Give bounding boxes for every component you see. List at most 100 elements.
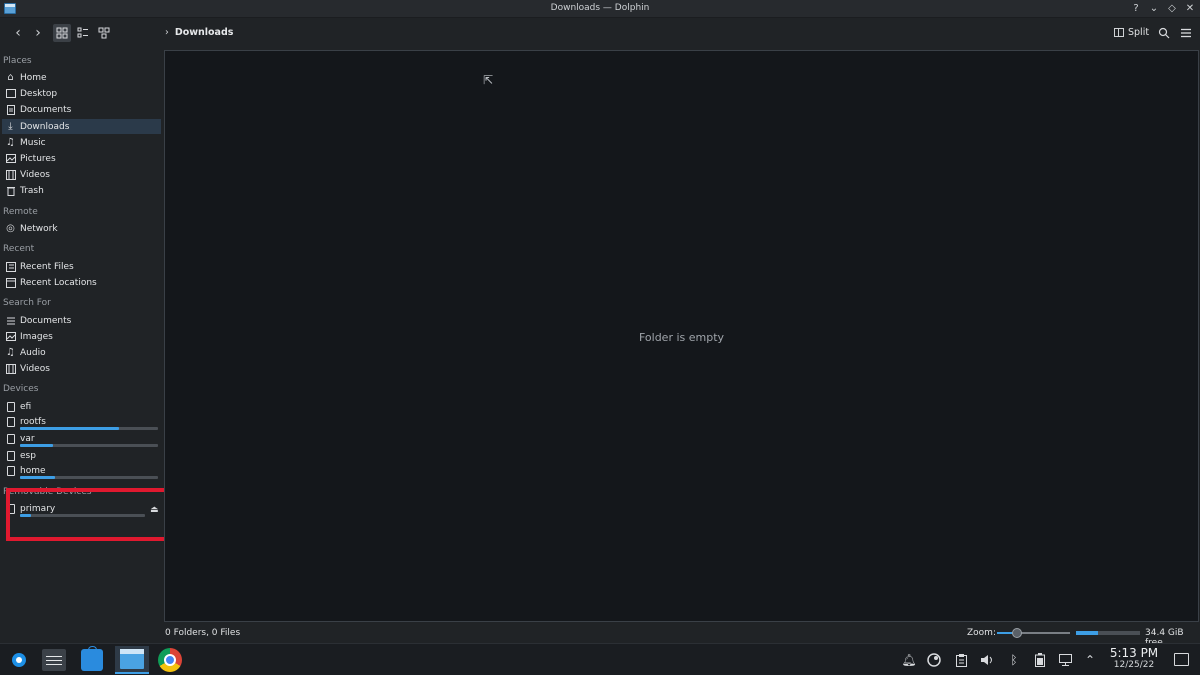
show-desktop-button[interactable] [1174, 653, 1189, 666]
icons-view-button[interactable] [53, 24, 71, 42]
sidebar-item-device-esp[interactable]: esp [2, 448, 161, 463]
zoom-slider-handle[interactable] [1012, 628, 1023, 638]
sidebar-item-documents[interactable]: Documents [2, 102, 161, 117]
breadcrumb-downloads[interactable]: Downloads [175, 27, 234, 38]
sidebar-item-label: Pictures [20, 153, 56, 164]
clock-time: 5:13 PM [1109, 646, 1159, 660]
documents-icon [5, 104, 16, 115]
sidebar-item-label: Images [20, 331, 53, 342]
music-icon: ♫ [6, 137, 15, 148]
help-button[interactable]: ? [1130, 1, 1142, 15]
section-places: Places [3, 56, 32, 66]
images-icon [5, 331, 16, 342]
sidebar-item-label: Downloads [20, 121, 70, 132]
clipboard-icon[interactable] [953, 652, 969, 668]
sidebar-item-search-images[interactable]: Images [2, 329, 161, 344]
recent-locations-icon [5, 277, 16, 288]
details-view-button[interactable] [95, 24, 113, 42]
sidebar-item-label: var [20, 433, 35, 444]
trash-icon [5, 185, 16, 196]
sidebar-item-pictures[interactable]: Pictures [2, 151, 161, 166]
steam-tray-icon[interactable] [926, 652, 942, 668]
battery-icon[interactable] [1032, 652, 1048, 668]
sidebar-item-label: Home [20, 72, 47, 83]
split-button[interactable]: Split [1114, 27, 1149, 38]
section-search-for: Search For [3, 298, 51, 308]
notifications-icon[interactable]: 🔔︎ [901, 652, 917, 668]
sidebar-item-music[interactable]: ♫ Music [2, 135, 161, 150]
desktop-icon [5, 88, 16, 99]
sidebar-item-trash[interactable]: Trash [2, 183, 161, 198]
minimize-button[interactable]: ⌄ [1148, 1, 1160, 15]
steam-launcher-button[interactable] [5, 646, 33, 674]
sidebar-item-recent-locations[interactable]: Recent Locations [2, 275, 161, 290]
chrome-taskbar-button[interactable] [156, 646, 184, 674]
volume-icon[interactable] [979, 652, 995, 668]
highlight-box [6, 488, 173, 541]
recent-files-icon [5, 261, 16, 272]
search-icon [1158, 27, 1170, 39]
sidebar-item-label: Recent Files [20, 261, 74, 272]
zoom-slider[interactable] [997, 628, 1070, 638]
sidebar-item-network[interactable]: ◎ Network [2, 221, 161, 236]
sidebar-item-label: home [20, 465, 46, 476]
maximize-button[interactable]: ◇ [1166, 1, 1178, 15]
sidebar-item-desktop[interactable]: Desktop [2, 86, 161, 101]
empty-folder-message: Folder is empty [638, 331, 725, 344]
system-settings-button[interactable] [40, 646, 68, 674]
sidebar-item-search-documents[interactable]: Documents [2, 313, 161, 328]
mouse-cursor-icon: ⇱ [483, 73, 494, 87]
show-hidden-icons-icon[interactable]: ⌃ [1082, 652, 1098, 668]
videos-search-icon [5, 363, 16, 374]
clock[interactable]: 5:13 PM 12/25/22 [1107, 646, 1161, 670]
sidebar-item-label: esp [20, 450, 36, 461]
download-icon: ⤓ [8, 121, 13, 132]
search-button[interactable] [1155, 24, 1173, 42]
sidebar-item-videos[interactable]: Videos [2, 167, 161, 182]
dolphin-taskbar-button[interactable] [115, 646, 149, 674]
documents-search-icon [5, 315, 16, 326]
bluetooth-icon[interactable]: ᛒ [1006, 652, 1022, 668]
drive-icon [5, 465, 16, 476]
sidebar-item-label: Documents [20, 104, 72, 115]
sidebar-item-label: rootfs [20, 416, 46, 427]
sidebar-item-home[interactable]: ⌂ Home [2, 70, 161, 85]
sidebar-item-label: Desktop [20, 88, 58, 99]
back-button[interactable]: ‹ [9, 24, 27, 42]
sidebar-item-label: Trash [20, 185, 44, 196]
split-icon [1114, 28, 1124, 37]
sidebar-item-label: Videos [20, 169, 50, 180]
close-button[interactable]: ✕ [1184, 1, 1196, 15]
sidebar-item-label: Audio [20, 347, 46, 358]
hamburger-menu-button[interactable] [1177, 24, 1195, 42]
window-title: Downloads — Dolphin [550, 3, 650, 13]
dolphin-folder-icon [120, 649, 144, 669]
sidebar-item-search-audio[interactable]: ♫ Audio [2, 345, 161, 360]
sidebar-item-label: efi [20, 401, 32, 412]
split-label: Split [1128, 27, 1150, 38]
sidebar-item-label: Videos [20, 363, 50, 374]
system-settings-icon [42, 649, 66, 671]
home-icon: ⌂ [7, 72, 14, 83]
compact-view-button[interactable] [74, 24, 92, 42]
pictures-icon [5, 153, 16, 164]
compact-view-icon [77, 27, 88, 38]
sidebar-item-label: Network [20, 223, 58, 234]
sidebar-item-search-videos[interactable]: Videos [2, 361, 161, 376]
chrome-icon [158, 648, 182, 672]
sidebar-item-downloads[interactable]: ⤓ Downloads [2, 119, 161, 134]
sidebar-item-label: Music [20, 137, 46, 148]
usage-bar-var [20, 444, 158, 447]
breadcrumb-chevron-icon[interactable]: › [165, 27, 169, 38]
sidebar-item-device-efi[interactable]: efi [2, 399, 161, 414]
discover-store-button[interactable] [78, 646, 106, 674]
sidebar-item-recent-files[interactable]: Recent Files [2, 259, 161, 274]
details-view-icon [98, 27, 110, 39]
display-network-icon[interactable] [1058, 652, 1074, 668]
forward-button[interactable]: › [29, 24, 47, 42]
usage-bar-home [20, 476, 158, 479]
section-devices: Devices [3, 384, 39, 394]
drive-icon [5, 433, 16, 444]
usage-bar-rootfs [20, 427, 158, 430]
file-view[interactable]: ⇱ Folder is empty [164, 50, 1199, 622]
